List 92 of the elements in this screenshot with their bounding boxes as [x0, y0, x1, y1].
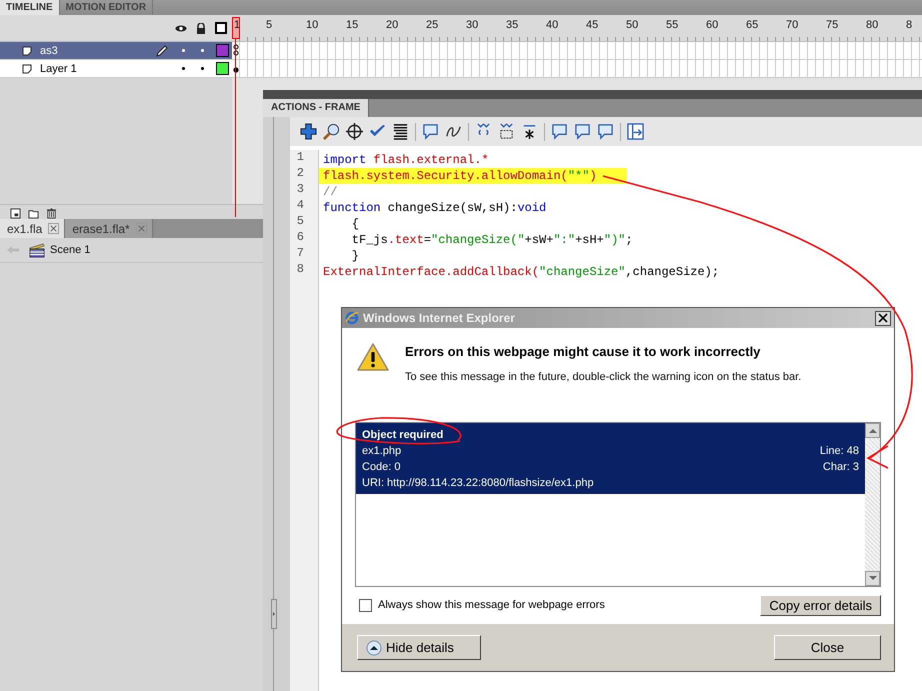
frame-number: 20	[386, 19, 398, 31]
frame-number: 40	[546, 19, 558, 31]
code-line: tF_js.text="changeSize("+sW+":"+sH+")";	[350, 232, 634, 248]
scene-label[interactable]: Scene 1	[50, 244, 90, 256]
collapse-handle-icon[interactable]	[271, 599, 277, 629]
layer-row[interactable]: as3	[0, 42, 232, 60]
code-line: {	[350, 216, 360, 232]
document-name: erase1.fla*	[72, 222, 130, 236]
dot-icon[interactable]	[182, 49, 185, 52]
scrollbar[interactable]	[865, 423, 880, 586]
error-title: Object required	[362, 428, 444, 443]
asterisk-icon[interactable]	[521, 123, 538, 140]
dialog-heading: Errors on this webpage might cause it to work incorrectly	[405, 344, 762, 359]
eye-icon[interactable]	[175, 22, 187, 34]
lock-icon[interactable]	[195, 22, 207, 34]
code-line: import flash.external.*	[322, 152, 490, 168]
browser-icon	[345, 311, 359, 325]
copy-button[interactable]: Copy error details	[760, 594, 881, 616]
error-uri: URI: http://98.114.23.22:8080/flashsize/ex1.php	[362, 476, 594, 491]
layer-row[interactable]: Layer 1	[0, 60, 232, 78]
layer-color-swatch[interactable]	[216, 62, 229, 75]
panel-tab[interactable]: TIMELINE	[0, 0, 60, 15]
crosshair-icon[interactable]	[346, 123, 363, 140]
close-button[interactable]: Close	[774, 635, 881, 660]
frame-number: 35	[506, 19, 518, 31]
frame-number: 70	[786, 19, 798, 31]
dot-icon[interactable]	[201, 67, 204, 70]
dot-icon[interactable]	[201, 49, 204, 52]
frame-number: 25	[426, 19, 438, 31]
error-code: Code: 0	[362, 460, 401, 475]
document-tab[interactable]: erase1.fla*	[65, 219, 153, 238]
code-line: ExternalInterface.addCallback("changeSize",changeSize);	[322, 264, 720, 280]
code-line: //	[322, 184, 338, 200]
details-button[interactable]: Hide details	[357, 635, 481, 660]
line-number: 8	[296, 262, 305, 278]
layer-name: Layer 1	[40, 62, 77, 74]
speech-bubble-icon[interactable]	[597, 123, 614, 140]
frame-number: 30	[466, 19, 478, 31]
speech-bubble-icon[interactable]	[422, 123, 439, 140]
clapperboard-icon	[29, 242, 45, 258]
layer-color-swatch[interactable]	[216, 44, 229, 57]
checkbox[interactable]	[359, 598, 372, 612]
window-title: Windows Internet Explorer	[363, 311, 516, 325]
dashed-box-icon[interactable]	[498, 123, 515, 140]
trash-icon[interactable]	[46, 208, 57, 218]
speech-bubble-icon[interactable]	[574, 123, 591, 140]
magnifier-icon[interactable]	[323, 123, 340, 140]
outline-icon[interactable]	[215, 22, 227, 34]
panel-icon[interactable]	[627, 123, 644, 140]
frame-number: 80	[866, 19, 878, 31]
line-number: 2	[296, 166, 305, 182]
frame-number: 5	[266, 19, 272, 31]
checkbox-label[interactable]: Always show this message for webpage errors	[378, 599, 605, 611]
layer-name: as3	[40, 44, 58, 56]
dialog-message: To see this message in the future, double-click the warning icon on the status bar.	[405, 371, 802, 383]
warning-icon	[357, 342, 389, 372]
line-number: 1	[296, 150, 305, 166]
frame-number: 45	[586, 19, 598, 31]
frame-number: 55	[666, 19, 678, 31]
up-arrow-icon[interactable]	[868, 428, 876, 433]
line-number: 4	[296, 198, 305, 214]
error-line: Line: 48	[820, 444, 859, 459]
line-number: 6	[296, 230, 305, 246]
line-number: 7	[296, 246, 305, 262]
dot-icon[interactable]	[182, 67, 185, 70]
speech-bubble-icon[interactable]	[551, 123, 568, 140]
error-char: Char: 3	[822, 460, 859, 475]
code-line: function changeSize(sW,sH):void	[322, 200, 548, 216]
document-tab[interactable]: ex1.fla	[0, 219, 66, 238]
pencil-icon	[156, 44, 168, 56]
new-layer-icon[interactable]	[10, 208, 21, 218]
frame-number: 60	[706, 19, 718, 31]
frame-number: 75	[826, 19, 838, 31]
frame-number: 10	[306, 19, 318, 31]
frame-number: 50	[626, 19, 638, 31]
close-icon[interactable]	[48, 223, 60, 234]
frame-number: 15	[346, 19, 358, 31]
error-item[interactable]: Object required ex1.php Line: 48 Code: 0 Char: 3 URI: http://98.114.23.22:8080/flashsize/ex1.php	[356, 423, 865, 494]
plus-icon[interactable]	[300, 123, 317, 140]
down-arrow-icon[interactable]	[868, 576, 876, 581]
frame-number: 65	[746, 19, 758, 31]
collapse-icon	[366, 640, 382, 656]
panel-tab[interactable]: ACTIONS - FRAME	[263, 99, 370, 117]
frame-number: 8	[906, 19, 912, 31]
line-number: 5	[296, 214, 305, 230]
code-line: }	[350, 248, 360, 264]
lines-icon[interactable]	[392, 123, 409, 140]
line-number: 3	[296, 182, 305, 198]
action-keyframe-icon	[233, 43, 239, 58]
document-name: ex1.fla	[7, 222, 42, 236]
close-button[interactable]	[875, 310, 891, 326]
error-file: ex1.php	[362, 444, 402, 459]
